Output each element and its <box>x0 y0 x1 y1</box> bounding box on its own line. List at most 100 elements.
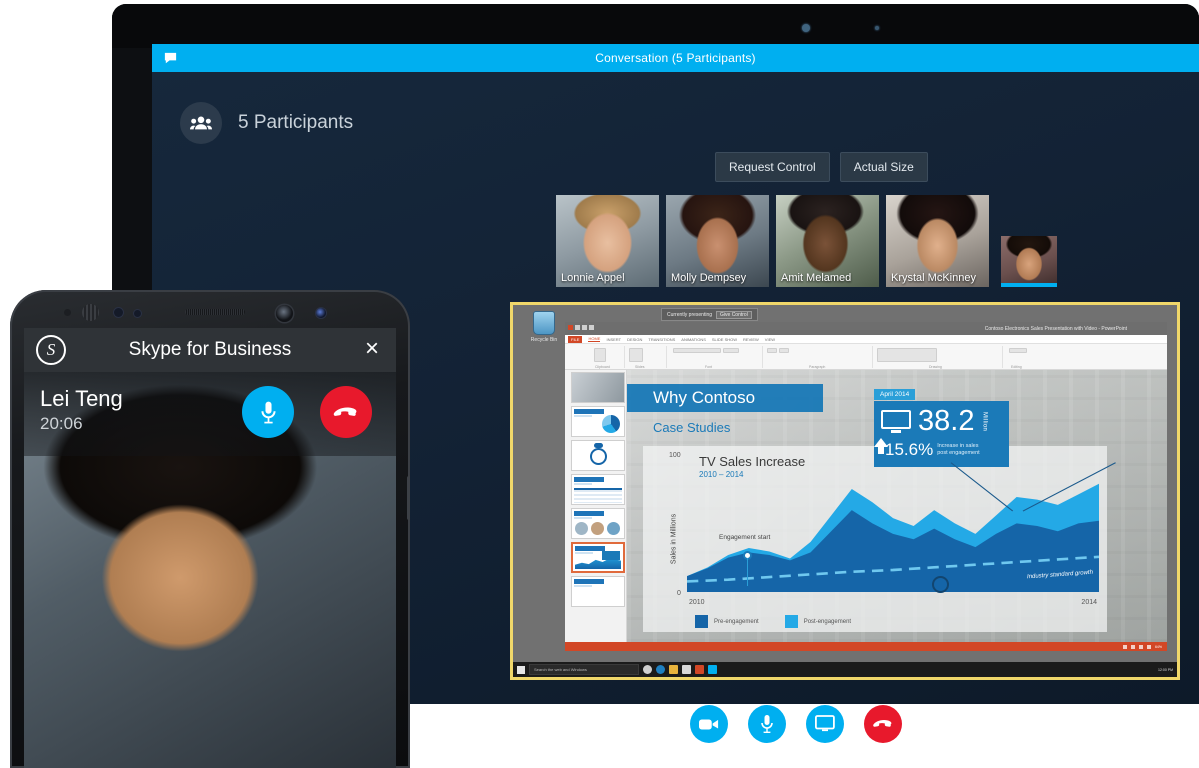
video-camera-button[interactable] <box>690 705 728 743</box>
conversation-titlebar: Conversation (5 Participants) <box>152 44 1199 72</box>
proximity-sensor-icon <box>64 309 71 316</box>
powerpoint-window[interactable]: Contoso Electronics Sales Presentation w… <box>565 322 1167 651</box>
caller-name: Lei Teng <box>40 386 123 411</box>
new-slide-button[interactable] <box>629 348 643 362</box>
tab-slide-show[interactable]: SLIDE SHOW <box>712 337 737 342</box>
slide-thumbnail[interactable]: 7 <box>571 576 625 607</box>
reading-view-icon[interactable] <box>1138 644 1143 649</box>
slide-canvas[interactable]: Why Contoso Case Studies TV Sales Increa… <box>627 370 1167 642</box>
tab-review[interactable]: REVIEW <box>743 337 759 342</box>
participants-summary[interactable]: 5 Participants <box>180 102 353 144</box>
shapes-gallery[interactable] <box>877 348 937 362</box>
participant-thumbnail[interactable]: Amit Melamed <box>776 195 879 287</box>
tab-file[interactable]: FILE <box>568 335 583 343</box>
end-call-button[interactable] <box>864 705 902 743</box>
participants-count-label: 5 Participants <box>238 112 354 133</box>
slide-thumbnail-pane[interactable]: 1 2 3 <box>565 370 627 642</box>
participant-thumbnail[interactable]: Lonnie Appel <box>556 195 659 287</box>
share-screen-button[interactable] <box>806 705 844 743</box>
actual-size-button[interactable]: Actual Size <box>839 152 928 182</box>
bullets-button[interactable] <box>767 348 777 353</box>
powerpoint-icon <box>568 325 573 330</box>
front-speaker-icon <box>82 304 99 321</box>
save-icon[interactable] <box>575 325 580 330</box>
file-explorer-icon[interactable] <box>669 665 678 674</box>
tab-home[interactable]: HOME <box>588 336 601 342</box>
tab-transitions[interactable]: TRANSITIONS <box>648 337 675 342</box>
slide-show-icon[interactable] <box>1146 644 1151 649</box>
tab-insert[interactable]: INSERT <box>606 337 621 342</box>
participant-thumbnail[interactable]: Krystal McKinney <box>886 195 989 287</box>
call-duration: 20:06 <box>40 414 83 433</box>
cortana-icon[interactable] <box>643 665 652 674</box>
phone-power-button[interactable] <box>407 476 410 520</box>
active-speaker-indicator <box>1001 283 1057 287</box>
powerpoint-status-bar[interactable]: 64% <box>565 642 1167 651</box>
slide-editing-area[interactable]: Why Contoso Case Studies TV Sales Increa… <box>627 370 1167 642</box>
give-control-button[interactable]: Give Control <box>716 310 752 319</box>
find-button[interactable] <box>1009 348 1027 353</box>
laptop-camera-icon <box>802 24 810 32</box>
slide-thumbnail[interactable]: 1 <box>571 372 625 403</box>
slide-thumbnail-selected[interactable]: 6 <box>571 542 625 573</box>
skype-icon[interactable] <box>708 665 717 674</box>
shared-screen-window[interactable]: Recycle Bin Currently presenting Give Co… <box>510 302 1180 680</box>
skype-logo-icon: S <box>36 335 66 365</box>
microphone-button[interactable] <box>748 705 786 743</box>
edge-icon[interactable] <box>656 665 665 674</box>
paste-button[interactable] <box>594 348 606 362</box>
slide-thumbnail[interactable]: 5 <box>571 508 625 539</box>
mute-button[interactable] <box>242 386 294 438</box>
chart-legend: Pre-engagement Post-engagement <box>695 615 851 628</box>
font-name-box[interactable] <box>673 348 721 353</box>
slide-thumbnail[interactable]: 3 <box>571 440 625 471</box>
slide-sorter-icon[interactable] <box>1130 644 1135 649</box>
phone-call-actions <box>242 386 372 438</box>
windows-taskbar[interactable]: Search the web and Windows 12:00 PM <box>513 662 1177 677</box>
ribbon[interactable]: Clipboard Slides Font Paragraph Drawing … <box>565 344 1167 370</box>
quick-access-toolbar[interactable] <box>568 325 594 330</box>
phone-screen: S Skype for Business × Lei Teng 20:06 <box>24 328 396 768</box>
undo-icon[interactable] <box>582 325 587 330</box>
numbering-button[interactable] <box>779 348 789 353</box>
ribbon-tabs[interactable]: FILE HOME INSERT DESIGN TRANSITIONS ANIM… <box>565 335 1167 344</box>
end-call-button[interactable] <box>320 386 372 438</box>
tab-design[interactable]: DESIGN <box>627 337 642 342</box>
powerpoint-icon[interactable] <box>695 665 704 674</box>
slide-thumbnail[interactable]: 4 <box>571 474 625 505</box>
slide-thumbnail[interactable]: 2 <box>571 406 625 437</box>
phone-device: S Skype for Business × Lei Teng 20:06 <box>10 290 410 768</box>
close-icon[interactable]: × <box>360 337 384 362</box>
laptop-bezel <box>112 4 1199 48</box>
normal-view-icon[interactable] <box>1122 644 1127 649</box>
tab-view[interactable]: VIEW <box>765 337 775 342</box>
callout-value: 38.2 <box>918 405 975 437</box>
screenshot-root: Conversation (5 Participants) 5 Particip… <box>0 0 1199 768</box>
tab-animations[interactable]: ANIMATIONS <box>681 337 706 342</box>
legend-label: Post-engagement <box>803 618 852 625</box>
caller-info: Lei Teng 20:06 <box>40 386 123 434</box>
request-control-button[interactable]: Request Control <box>715 152 830 182</box>
callout-body: 38.2 Million 15.6% Increase in sales pos… <box>874 401 1009 467</box>
redo-icon[interactable] <box>589 325 594 330</box>
ribbon-group-label: Font <box>705 365 713 369</box>
font-size-box[interactable] <box>723 348 739 353</box>
windows-logo-icon[interactable] <box>517 665 525 674</box>
stat-callout: April 2014 38.2 Million 15.6% Increase i… <box>874 383 1009 467</box>
taskbar-clock[interactable]: 12:00 PM <box>1158 668 1173 672</box>
participant-thumbnail-strip: Lonnie Appel Molly Dempsey Amit Melamed … <box>556 195 1057 287</box>
active-speaker-thumbnail[interactable] <box>1001 236 1057 287</box>
earpiece-grille-icon <box>185 309 245 315</box>
recycle-bin-icon[interactable]: Recycle Bin <box>521 311 567 343</box>
search-input[interactable]: Search the web and Windows <box>529 664 639 675</box>
callout-percent: 15.6% <box>885 440 934 459</box>
phone-bezel <box>10 290 410 328</box>
participant-thumbnail[interactable]: Molly Dempsey <box>666 195 769 287</box>
legend-swatch-post-engagement <box>784 615 798 628</box>
hangup-phone-icon <box>333 407 357 416</box>
slide-title: Why Contoso <box>653 388 756 407</box>
legend-swatch-pre-engagement <box>695 615 708 628</box>
presenting-toolbar[interactable]: Currently presenting Give Control <box>661 308 758 321</box>
store-icon[interactable] <box>682 665 691 674</box>
ribbon-group-label: Drawing <box>929 365 942 369</box>
